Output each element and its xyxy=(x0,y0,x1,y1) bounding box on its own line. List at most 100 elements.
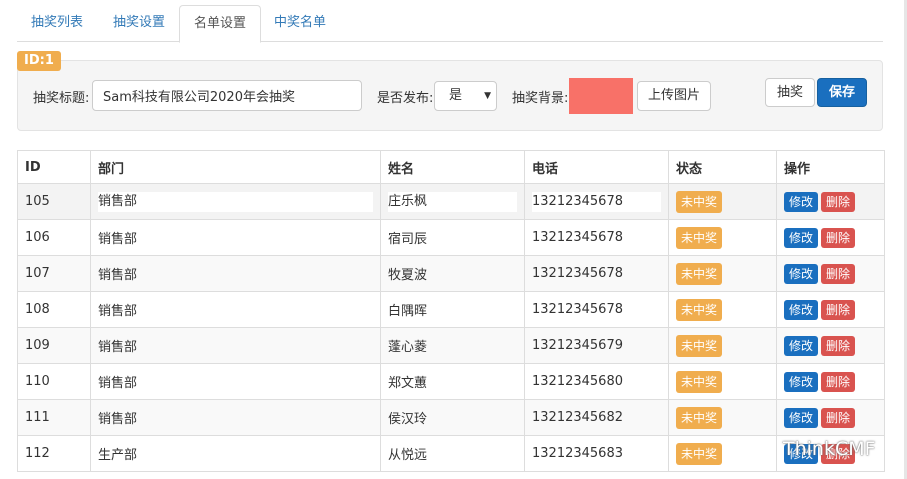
cell-actions: 修改 删除 xyxy=(776,363,885,400)
name-value: 郑文蕙 xyxy=(388,376,428,391)
department-value[interactable]: 销售部 xyxy=(98,191,373,212)
table-row: 112 生产部 从悦远 13212345683 未中奖 修改 删除 xyxy=(17,435,885,472)
cell-name[interactable]: 庄乐枫 xyxy=(380,183,525,220)
cell-status: 未中奖 xyxy=(668,255,777,292)
cell-status: 未中奖 xyxy=(668,219,777,256)
table-row: 107 销售部 牧夏波 13212345678 未中奖 修改 删除 xyxy=(17,255,885,292)
cell-id: 111 xyxy=(17,399,91,436)
cell-department: 销售部 xyxy=(90,399,381,436)
edit-button[interactable]: 修改 xyxy=(784,371,819,392)
status-badge: 未中奖 xyxy=(676,442,723,465)
phone-value: 13212345682 xyxy=(532,410,623,425)
department-value: 销售部 xyxy=(98,412,138,427)
name-value[interactable]: 庄乐枫 xyxy=(388,191,517,212)
delete-button[interactable]: 删除 xyxy=(821,191,856,212)
cell-actions: 修改 删除 xyxy=(776,183,885,220)
delete-button[interactable]: 删除 xyxy=(821,299,856,320)
status-badge: 未中奖 xyxy=(676,298,723,321)
cell-phone: 13212345678 xyxy=(524,255,669,292)
cell-id: 105 xyxy=(17,183,91,220)
cell-department: 生产部 xyxy=(90,435,381,472)
table-row: 110 销售部 郑文蕙 13212345680 未中奖 修改 删除 xyxy=(17,363,885,400)
name-value: 牧夏波 xyxy=(388,268,428,283)
delete-button[interactable]: 删除 xyxy=(821,227,856,248)
status-badge: 未中奖 xyxy=(676,370,723,393)
cell-name: 从悦远 xyxy=(380,435,525,472)
cell-phone: 13212345683 xyxy=(524,435,669,472)
table-row: 111 销售部 侯汉玲 13212345682 未中奖 修改 删除 xyxy=(17,399,885,436)
header-name: 姓名 xyxy=(380,150,525,184)
roster-table: ID 部门 姓名 电话 状态 操作 105 销售部 庄乐枫 13212345678 未中… xyxy=(17,150,885,472)
status-badge: 未中奖 xyxy=(676,334,723,357)
delete-button[interactable]: 删除 xyxy=(821,263,856,284)
cell-actions: 修改 删除 xyxy=(776,399,885,436)
cell-status: 未中奖 xyxy=(668,327,777,364)
tab-lottery-list[interactable]: 抽奖列表 xyxy=(17,5,97,42)
title-input[interactable] xyxy=(92,80,362,111)
cell-actions: 修改 删除 xyxy=(776,255,885,292)
cell-id: 109 xyxy=(17,327,91,364)
name-value: 从悦远 xyxy=(388,448,428,463)
cell-actions: 修改 删除 xyxy=(776,291,885,328)
tab-lottery-settings[interactable]: 抽奖设置 xyxy=(99,5,179,42)
status-badge: 未中奖 xyxy=(676,406,723,429)
cell-phone[interactable]: 13212345678 xyxy=(524,183,669,220)
status-badge: 未中奖 xyxy=(676,190,723,213)
header-status: 状态 xyxy=(668,150,777,184)
phone-value: 13212345680 xyxy=(532,374,623,389)
delete-button[interactable]: 删除 xyxy=(821,407,856,428)
draw-button[interactable]: 抽奖 xyxy=(765,78,815,107)
cell-phone: 13212345679 xyxy=(524,327,669,364)
cell-name: 牧夏波 xyxy=(380,255,525,292)
cell-department: 销售部 xyxy=(90,363,381,400)
table-row: 108 销售部 白隅晖 13212345678 未中奖 修改 删除 xyxy=(17,291,885,328)
background-preview-image xyxy=(569,78,633,114)
cell-id: 106 xyxy=(17,219,91,256)
tab-bar: 抽奖列表 抽奖设置 名单设置 中奖名单 xyxy=(17,5,883,43)
cell-actions: 修改 删除 xyxy=(776,327,885,364)
cell-id: 108 xyxy=(17,291,91,328)
save-button[interactable]: 保存 xyxy=(817,78,867,107)
phone-value: 13212345683 xyxy=(532,446,623,461)
edit-button[interactable]: 修改 xyxy=(784,263,819,284)
table-row: 105 销售部 庄乐枫 13212345678 未中奖 修改 删除 xyxy=(17,183,885,220)
delete-button[interactable]: 删除 xyxy=(821,371,856,392)
cell-department[interactable]: 销售部 xyxy=(90,183,381,220)
upload-image-button[interactable]: 上传图片 xyxy=(637,81,711,111)
tab-roster-settings[interactable]: 名单设置 xyxy=(179,5,262,43)
publish-label: 是否发布: xyxy=(377,91,434,106)
title-label: 抽奖标题: xyxy=(33,91,90,106)
edit-button[interactable]: 修改 xyxy=(784,191,819,212)
name-value: 宿司辰 xyxy=(388,232,428,247)
edit-button[interactable]: 修改 xyxy=(784,407,819,428)
header-phone: 电话 xyxy=(524,150,669,184)
delete-button[interactable]: 删除 xyxy=(821,335,856,356)
header-actions: 操作 xyxy=(776,150,885,184)
cell-name: 宿司辰 xyxy=(380,219,525,256)
phone-value[interactable]: 13212345678 xyxy=(532,191,661,212)
table-header-row: ID 部门 姓名 电话 状态 操作 xyxy=(17,150,885,184)
cell-id: 107 xyxy=(17,255,91,292)
edit-button[interactable]: 修改 xyxy=(784,299,819,320)
tab-winner-list[interactable]: 中奖名单 xyxy=(260,5,340,42)
cell-id: 110 xyxy=(17,363,91,400)
edit-button[interactable]: 修改 xyxy=(784,335,819,356)
phone-value: 13212345679 xyxy=(532,338,623,353)
cell-phone: 13212345682 xyxy=(524,399,669,436)
department-value: 销售部 xyxy=(98,232,138,247)
phone-value: 13212345678 xyxy=(532,302,623,317)
edit-button[interactable]: 修改 xyxy=(784,227,819,248)
cell-name: 侯汉玲 xyxy=(380,399,525,436)
cell-phone: 13212345680 xyxy=(524,363,669,400)
header-department: 部门 xyxy=(90,150,381,184)
name-value: 侯汉玲 xyxy=(388,412,428,427)
cell-phone: 13212345678 xyxy=(524,219,669,256)
cell-department: 销售部 xyxy=(90,327,381,364)
publish-select[interactable]: 是 ▼ xyxy=(434,81,497,111)
cell-status: 未中奖 xyxy=(668,435,777,472)
phone-value: 13212345678 xyxy=(532,266,623,281)
phone-value: 13212345678 xyxy=(532,230,623,245)
status-badge: 未中奖 xyxy=(676,226,723,249)
watermark: ThinkCMF xyxy=(783,438,876,460)
status-badge: 未中奖 xyxy=(676,262,723,285)
